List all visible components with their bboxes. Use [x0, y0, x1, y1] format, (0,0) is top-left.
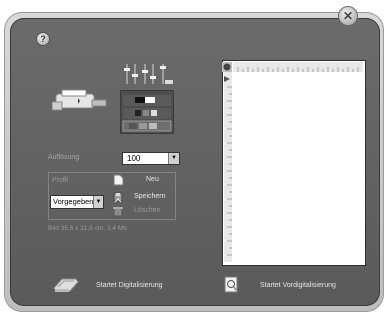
- delete-profile-button[interactable]: Löschen: [134, 207, 160, 214]
- save-icon[interactable]: [112, 191, 124, 203]
- image-size-info: Bild 35,6 x 21,6 cm, 3,4 Mb: [48, 225, 127, 232]
- start-scan-label: Startet Digitalisierung: [96, 281, 163, 289]
- profile-select[interactable]: Vorgegeben ▼: [50, 195, 104, 209]
- close-button[interactable]: ✕: [338, 6, 358, 26]
- image-type-icon: [122, 95, 172, 132]
- chevron-down-icon[interactable]: ▼: [93, 196, 103, 208]
- resolution-select[interactable]: 100 ▼: [122, 152, 180, 165]
- image-type-selector[interactable]: [120, 90, 174, 134]
- new-profile-button[interactable]: Neu: [146, 176, 159, 183]
- start-prescan-label: Startet Vordigitalisierung: [260, 281, 336, 289]
- scanner-icon[interactable]: [52, 88, 110, 114]
- preview-area[interactable]: [222, 60, 366, 266]
- save-profile-button[interactable]: Speichern: [134, 193, 166, 200]
- adjustment-sliders-icon[interactable]: [121, 62, 175, 86]
- resolution-value: 100: [127, 154, 141, 163]
- start-prescan-button[interactable]: Startet Vordigitalisierung: [222, 276, 336, 294]
- resolution-label: Auflösung: [48, 154, 80, 161]
- help-button[interactable]: ?: [36, 32, 50, 46]
- chevron-down-icon[interactable]: ▼: [168, 153, 179, 164]
- profile-value: Vorgegeben: [53, 197, 93, 206]
- scanner-hand-icon: [53, 278, 79, 292]
- preview-magnifier-icon: [224, 276, 238, 293]
- close-icon: ✕: [342, 9, 354, 23]
- profile-label: Profil: [52, 177, 68, 184]
- ruler-left: [224, 72, 232, 262]
- help-icon: ?: [40, 34, 46, 44]
- trash-icon[interactable]: [112, 205, 124, 217]
- ruler-top: [233, 62, 363, 72]
- start-scan-button[interactable]: Startet Digitalisierung: [52, 276, 163, 294]
- origin-marker-icon: [222, 62, 232, 72]
- new-document-icon[interactable]: [112, 174, 124, 186]
